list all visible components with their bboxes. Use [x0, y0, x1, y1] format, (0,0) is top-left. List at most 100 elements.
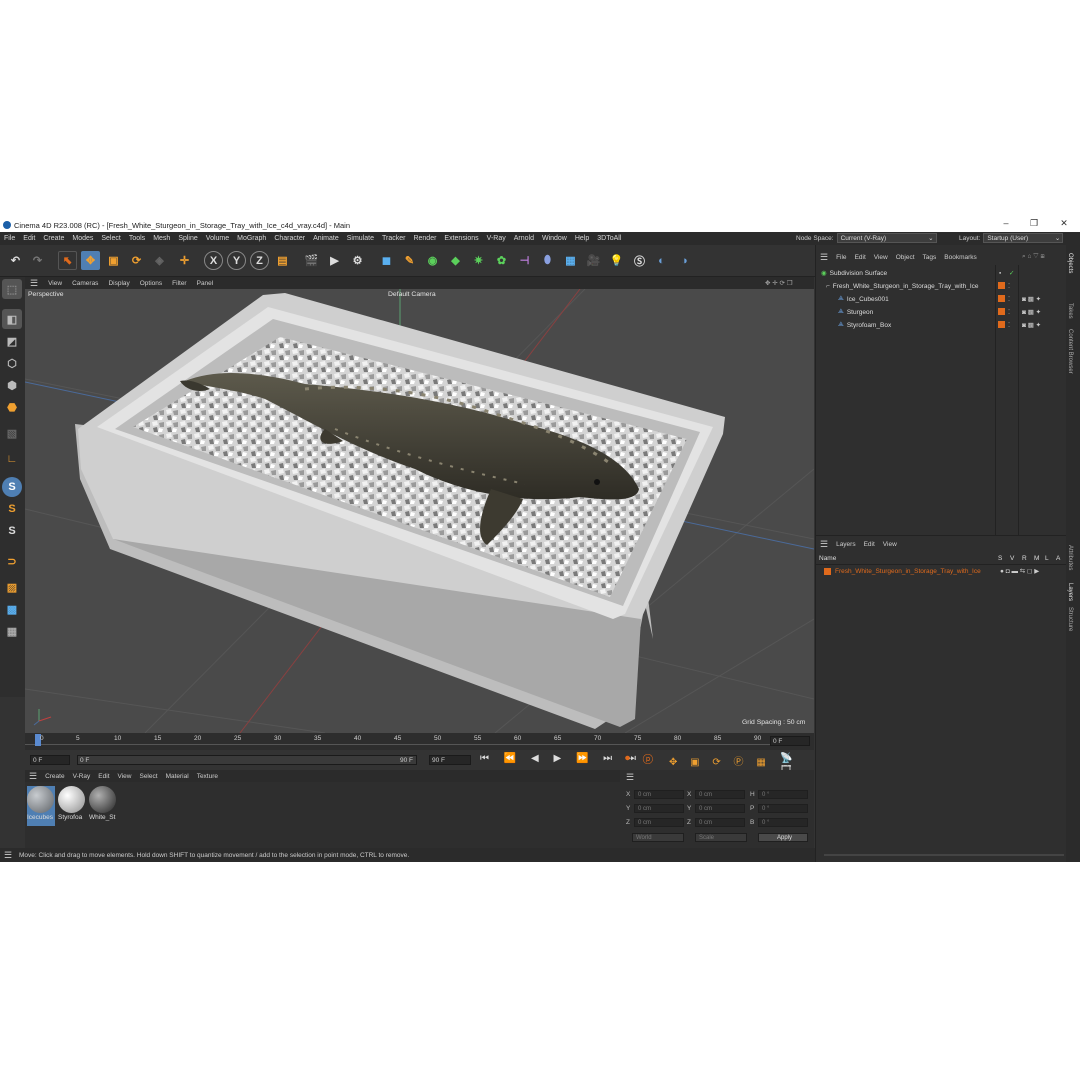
python-script-icon[interactable]: ◑ [675, 251, 694, 270]
layer-toggles-icon[interactable]: ● ◘ ▬ ⇆ ◻ ▶ [1000, 567, 1039, 575]
key-mode-icons[interactable]: ✥ ▣ ⟳ Ⓟ ▦ [669, 753, 771, 768]
viewport-menu-filter[interactable]: Filter [167, 280, 191, 287]
enabled-check-icon[interactable]: ✓ [1009, 269, 1014, 277]
menu-modes[interactable]: Modes [68, 235, 97, 242]
points-mode-icon[interactable]: ⬡ [2, 353, 22, 373]
position-x-field[interactable]: 0 cm [634, 790, 684, 799]
array-icon[interactable]: ◆ [446, 251, 465, 270]
menu-mograph[interactable]: MoGraph [233, 235, 270, 242]
edges-mode-icon[interactable]: ⬢ [2, 375, 22, 395]
close-icon[interactable]: ✕ [1050, 218, 1078, 229]
material-tag-icon[interactable]: ◙ ▩ ✦ [1022, 321, 1041, 329]
layer-menu-view[interactable]: View [879, 541, 901, 548]
hamburger-icon[interactable]: ☰ [25, 771, 41, 782]
menu-select[interactable]: Select [97, 235, 124, 242]
viewport-menu-cameras[interactable]: Cameras [67, 280, 103, 287]
current-frame-field[interactable]: 0 F [770, 736, 810, 746]
menu-3dtoall[interactable]: 3DToAll [593, 235, 625, 242]
solo-mode-icon[interactable]: S [2, 477, 22, 497]
size-z-field[interactable]: 0 cm [695, 818, 745, 827]
viewport-menu-display[interactable]: Display [103, 280, 134, 287]
grid-icon[interactable]: ▦ [2, 621, 22, 641]
material-tag-icon[interactable]: ◙ ▩ ✦ [1022, 308, 1041, 316]
make-editable-icon[interactable]: ⬚ [2, 279, 22, 299]
menu-animate[interactable]: Animate [309, 235, 343, 242]
maximize-icon[interactable]: ❐ [1020, 218, 1048, 229]
material-menu-material[interactable]: Material [162, 773, 193, 780]
layer-menu-edit[interactable]: Edit [860, 541, 879, 548]
undo-icon[interactable]: ↶ [6, 251, 25, 270]
viewport-menu-options[interactable]: Options [135, 280, 167, 287]
object-row-subdivision-surface[interactable]: ◉ Subdivision Surface ▪ ✓ [816, 267, 1067, 279]
object-menu-edit[interactable]: Edit [851, 254, 870, 261]
uv-mode-icon[interactable]: ▧ [2, 423, 22, 443]
mograph-icon[interactable]: ✿ [492, 251, 511, 270]
material-swatch-styrofoam[interactable]: Styrofoa [58, 786, 86, 826]
menu-spline[interactable]: Spline [174, 235, 201, 242]
polygons-mode-icon[interactable]: ⬣ [2, 397, 22, 417]
size-y-field[interactable]: 0 cm [695, 804, 745, 813]
material-swatch-white-sturgeon[interactable]: White_St [89, 786, 117, 826]
position-y-field[interactable]: 0 cm [634, 804, 684, 813]
horizontal-scrollbar[interactable] [824, 854, 1064, 856]
world-dropdown[interactable]: World [632, 833, 684, 842]
move-tool-icon[interactable]: ✥ [81, 251, 100, 270]
render-settings-icon[interactable]: ⚙ [348, 251, 367, 270]
layout-dropdown[interactable]: Startup (User) ⌄ [983, 233, 1064, 243]
object-row-sturgeon[interactable]: ⟁ Sturgeon ⁚ ◙ ▩ ✦ [816, 306, 1067, 318]
scale-dropdown[interactable]: Scale [695, 833, 747, 842]
rotate-tool-icon[interactable]: ⟳ [127, 251, 146, 270]
pen-spline-icon[interactable]: ✎ [400, 251, 419, 270]
tab-objects[interactable]: Objects [1067, 253, 1073, 273]
menu-volume[interactable]: Volume [202, 235, 233, 242]
object-menu-bookmarks[interactable]: Bookmarks [940, 254, 981, 261]
menu-file[interactable]: File [0, 235, 19, 242]
tab-attributes[interactable]: Attributes [1067, 545, 1073, 570]
object-row-ice-cubes[interactable]: ⟁ Ice_Cubes001 ⁚ ◙ ▩ ✦ [816, 293, 1067, 305]
locked-workplane-icon[interactable]: ▩ [2, 599, 22, 619]
recent-tools-icon[interactable]: ◈ [150, 251, 169, 270]
material-menu-select[interactable]: Select [135, 773, 161, 780]
render-view-icon[interactable]: 🎬 [302, 251, 321, 270]
start-frame-field[interactable]: 0 F [30, 755, 70, 765]
menu-create[interactable]: Create [39, 235, 68, 242]
frame-range-slider[interactable]: 0 F 90 F [77, 755, 417, 765]
camera-icon[interactable]: 🎥 [584, 251, 603, 270]
rotation-h-field[interactable]: 0 ° [758, 790, 808, 799]
material-menu-create[interactable]: Create [41, 773, 69, 780]
3d-viewport[interactable]: Perspective Default Camera Grid Spacing … [25, 289, 814, 733]
snap-icon[interactable]: ⊃ [2, 551, 22, 571]
material-menu-vray[interactable]: V-Ray [69, 773, 95, 780]
scale-tool-icon[interactable]: ▣ [104, 251, 123, 270]
hamburger-icon[interactable]: ☰ [626, 772, 634, 783]
search-icon[interactable]: ⌕ ⌂ ▽ ⊞ [1018, 253, 1049, 261]
layer-row[interactable]: Fresh_White_Sturgeon_in_Storage_Tray_wit… [816, 565, 1067, 577]
menu-render[interactable]: Render [409, 235, 440, 242]
viewport-menu-view[interactable]: View [43, 280, 67, 287]
material-menu-edit[interactable]: Edit [94, 773, 113, 780]
solo-single-icon[interactable]: S [2, 499, 22, 519]
object-menu-tags[interactable]: Tags [919, 254, 941, 261]
visibility-toggle[interactable]: ▪ [999, 270, 1001, 277]
subdivision-surface-icon[interactable]: ◉ [423, 251, 442, 270]
viewport-camera[interactable]: Default Camera [388, 291, 436, 298]
cube-object-icon[interactable]: ◼ [377, 251, 396, 270]
menu-mesh[interactable]: Mesh [149, 235, 174, 242]
object-menu-object[interactable]: Object [892, 254, 919, 261]
apply-button[interactable]: Apply [758, 833, 808, 842]
vray-icon[interactable]: Ⓢ [630, 251, 649, 270]
object-row-root-null[interactable]: ⌐ Fresh_White_Sturgeon_in_Storage_Tray_w… [816, 280, 1067, 292]
x-axis-lock-icon[interactable]: X [204, 251, 223, 270]
playback-controls[interactable]: ⏮ ⏪ ◀ ▶ ⏩ ⏭ ⏭ [480, 753, 642, 764]
object-row-styrofoam-box[interactable]: ⟁ Styrofoam_Box ⁚ ◙ ▩ ✦ [816, 319, 1067, 331]
material-menu-view[interactable]: View [114, 773, 136, 780]
menu-vray[interactable]: V-Ray [483, 235, 510, 242]
y-axis-lock-icon[interactable]: Y [227, 251, 246, 270]
visibility-dots-icon[interactable]: ⁚ [1008, 295, 1010, 303]
select-tool-icon[interactable]: ⬉ [58, 251, 77, 270]
tab-structure[interactable]: Structure [1067, 607, 1073, 631]
visibility-dots-icon[interactable]: ⁚ [1008, 282, 1010, 290]
cloner-icon[interactable]: ✷ [469, 251, 488, 270]
tab-takes[interactable]: Takes [1067, 303, 1073, 319]
viewport-menu-panel[interactable]: Panel [192, 280, 219, 287]
